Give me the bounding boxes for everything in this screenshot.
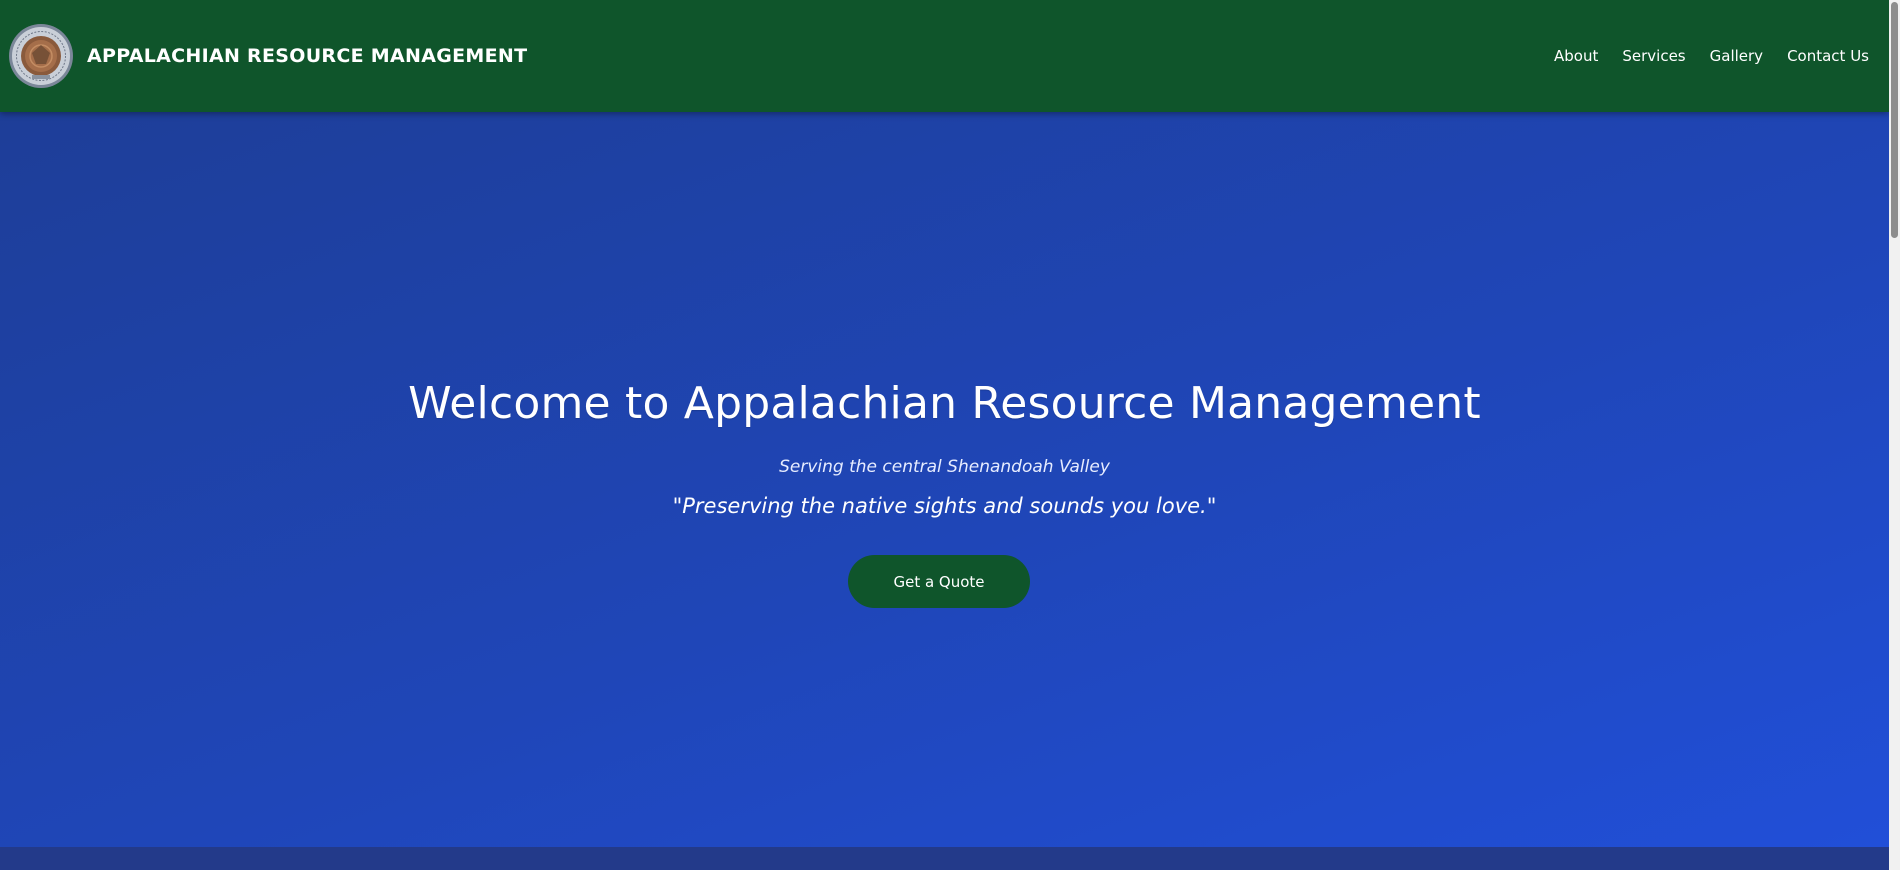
page-scrollbar[interactable] [1889, 0, 1900, 870]
hero-quote: "Preserving the native sights and sounds… [672, 494, 1217, 518]
site-header: APPALACHIAN RESOURCE MANAGEMENT About Se… [0, 0, 1889, 112]
page: APPALACHIAN RESOURCE MANAGEMENT About Se… [0, 0, 1900, 870]
nav-link-gallery[interactable]: Gallery [1710, 47, 1763, 65]
main-nav: About Services Gallery Contact Us [1530, 47, 1869, 65]
nav-link-services[interactable]: Services [1622, 47, 1685, 65]
hero-section: Welcome to Appalachian Resource Manageme… [0, 112, 1889, 847]
scrollbar-thumb[interactable] [1891, 2, 1898, 238]
hero-subtitle: Serving the central Shenandoah Valley [779, 457, 1110, 477]
nav-link-about[interactable]: About [1554, 47, 1598, 65]
get-a-quote-button[interactable]: Get a Quote [848, 555, 1030, 608]
brand-home-link[interactable]: APPALACHIAN RESOURCE MANAGEMENT [8, 23, 527, 89]
company-seal-logo [9, 24, 73, 88]
next-section-edge [0, 847, 1889, 870]
brand-name: APPALACHIAN RESOURCE MANAGEMENT [87, 45, 528, 67]
hero-title: Welcome to Appalachian Resource Manageme… [408, 378, 1481, 429]
nav-link-contact-us[interactable]: Contact Us [1787, 47, 1869, 65]
